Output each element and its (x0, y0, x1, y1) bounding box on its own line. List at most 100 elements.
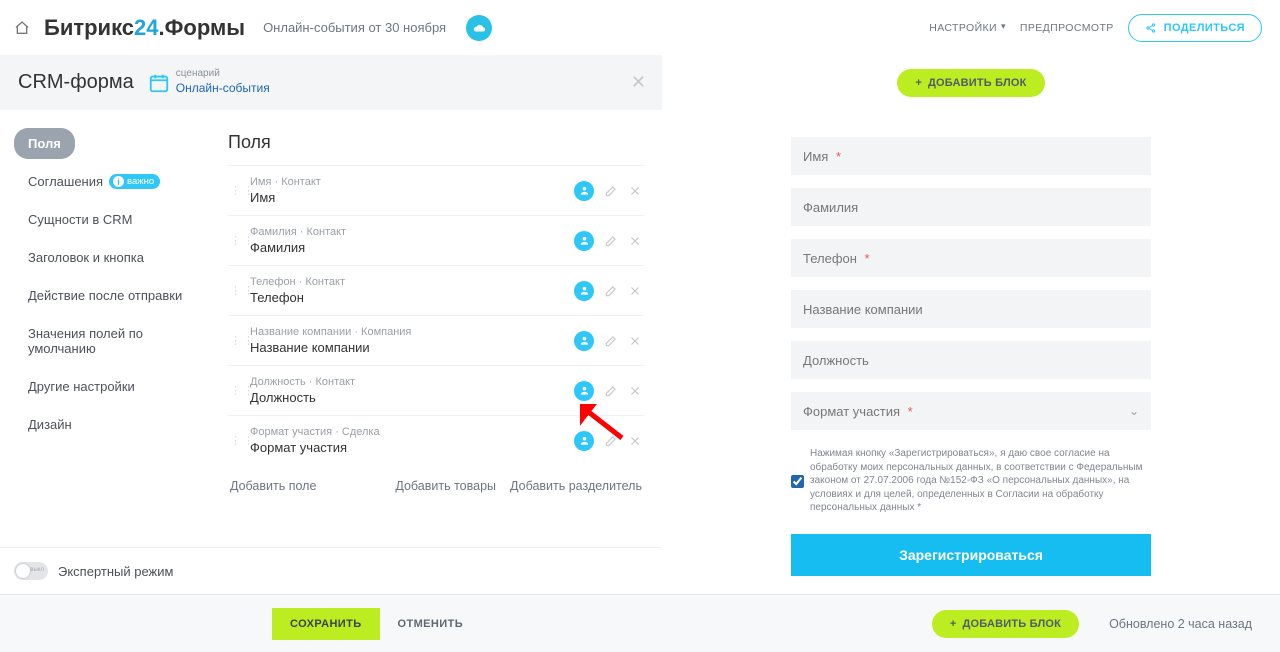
preview-input[interactable]: Имя * (791, 137, 1151, 175)
share-icon (1145, 22, 1157, 34)
field-text: Формат участия · Сделка Формат участия (250, 426, 564, 455)
sidebar-item-7[interactable]: Дизайн (14, 409, 86, 440)
editor-header: CRM-форма сценарий Онлайн-события ✕ (0, 55, 662, 110)
edit-icon[interactable] (604, 284, 618, 298)
person-icon[interactable] (574, 331, 594, 351)
person-icon[interactable] (574, 231, 594, 251)
field-actions (574, 381, 642, 401)
drag-handle-icon[interactable] (230, 388, 240, 394)
field-name: Формат участия (250, 440, 564, 455)
sidebar-item-3[interactable]: Заголовок и кнопка (14, 242, 158, 273)
field-crumb: Телефон · Контакт (250, 276, 564, 288)
drag-handle-icon[interactable] (230, 188, 240, 194)
cancel-button[interactable]: ОТМЕНИТЬ (398, 618, 463, 630)
preview-field-label: Название компании (803, 302, 923, 317)
delete-icon[interactable] (628, 284, 642, 298)
person-icon[interactable] (574, 281, 594, 301)
edit-icon[interactable] (604, 334, 618, 348)
register-button[interactable]: Зарегистрироваться (791, 534, 1151, 576)
delete-icon[interactable] (628, 334, 642, 348)
sidebar-item-2[interactable]: Сущности в CRM (14, 204, 146, 235)
field-row: Фамилия · КонтактФамилия (228, 215, 644, 265)
preview-input[interactable]: Название компании (791, 290, 1151, 328)
preview-select[interactable]: Формат участия * ⌄ (791, 392, 1151, 430)
sidebar-item-label: Сущности в CRM (28, 212, 132, 227)
consent-block[interactable]: Нажимая кнопку «Зарегистрироваться», я д… (791, 447, 1151, 515)
sidebar-item-label: Соглашения (28, 174, 103, 189)
add-separator-link[interactable]: Добавить разделитель (510, 479, 642, 493)
drag-handle-icon[interactable] (230, 338, 240, 344)
brand: Битрикс24.Формы (44, 15, 245, 41)
person-icon[interactable] (574, 381, 594, 401)
preview-field-label: Формат участия * (803, 404, 913, 419)
add-products-link[interactable]: Добавить товары (395, 479, 496, 493)
sidebar-item-label: Действие после отправки (28, 288, 182, 303)
preview-link[interactable]: ПРЕДПРОСМОТР (1020, 22, 1114, 34)
field-row: Должность · КонтактДолжность (228, 365, 644, 415)
add-field-link[interactable]: Добавить поле (230, 479, 316, 493)
delete-icon[interactable] (628, 234, 642, 248)
calendar-icon (148, 72, 170, 94)
preview-field-label: Фамилия (803, 200, 858, 215)
preview-input[interactable]: Фамилия (791, 188, 1151, 226)
delete-icon[interactable] (628, 434, 642, 448)
add-block-bottom-button[interactable]: +ДОБАВИТЬ БЛОК (932, 610, 1079, 638)
field-actions (574, 181, 642, 201)
field-actions (574, 331, 642, 351)
edit-icon[interactable] (604, 184, 618, 198)
delete-icon[interactable] (628, 384, 642, 398)
brand-prefix: Битрикс (44, 15, 134, 41)
plus-icon: + (950, 618, 957, 630)
close-icon[interactable]: ✕ (631, 72, 646, 93)
person-icon[interactable] (574, 431, 594, 451)
consent-checkbox[interactable] (791, 448, 804, 515)
sidebar-item-label: Заголовок и кнопка (28, 250, 144, 265)
fields-panel: Поля Имя · КонтактИмяФамилия · КонтактФа… (210, 110, 662, 547)
sidebar-item-label: Другие настройки (28, 379, 135, 394)
preview-field-label: Должность (803, 353, 869, 368)
scenario-link[interactable]: Онлайн-события (176, 81, 270, 95)
field-crumb: Формат участия · Сделка (250, 426, 564, 438)
field-crumb: Должность · Контакт (250, 376, 564, 388)
topbar: Битрикс24.Формы Онлайн-события от 30 ноя… (0, 0, 1280, 55)
expert-label: Экспертный режим (58, 564, 173, 579)
field-text: Телефон · КонтактТелефон (250, 276, 564, 305)
expert-row: выкл Экспертный режим (0, 547, 662, 594)
edit-icon[interactable] (604, 234, 618, 248)
person-icon[interactable] (574, 181, 594, 201)
edit-icon[interactable] (604, 384, 618, 398)
sidebar-item-label: Значения полей по умолчанию (28, 326, 196, 356)
settings-link[interactable]: НАСТРОЙКИ▾ (929, 22, 1006, 34)
sidebar-item-5[interactable]: Значения полей по умолчанию (14, 318, 210, 364)
field-text: Название компании · Компания Название ком… (250, 326, 564, 355)
field-crumb: Название компании · Компания (250, 326, 564, 338)
delete-icon[interactable] (628, 184, 642, 198)
chevron-down-icon: ⌄ (1129, 404, 1139, 418)
drag-handle-icon[interactable] (230, 288, 240, 294)
cloud-icon[interactable] (466, 15, 492, 41)
drag-handle-icon[interactable] (230, 238, 240, 244)
field-name: Название компании (250, 340, 564, 355)
sidebar-item-1[interactable]: Соглашенияiважно (14, 166, 174, 197)
edit-icon[interactable] (604, 434, 618, 448)
sidebar-item-4[interactable]: Действие после отправки (14, 280, 196, 311)
sidebar-item-0[interactable]: Поля (14, 128, 75, 159)
sidebar-item-6[interactable]: Другие настройки (14, 371, 149, 402)
drag-handle-icon[interactable] (230, 438, 240, 444)
home-icon[interactable] (14, 20, 30, 36)
field-text: Имя · КонтактИмя (250, 176, 564, 205)
field-name: Имя (250, 190, 564, 205)
expert-toggle[interactable]: выкл (14, 562, 48, 580)
scenario-block: сценарий Онлайн-события (148, 69, 270, 97)
field-text: Фамилия · КонтактФамилия (250, 226, 564, 255)
sidebar: Поля Соглашенияiважно Сущности в CRM Заголо… (0, 110, 210, 547)
editor-title: CRM-форма (18, 71, 134, 94)
preview-input[interactable]: Должность (791, 341, 1151, 379)
editor-body: Поля Соглашенияiважно Сущности в CRM Заголо… (0, 110, 662, 547)
save-button[interactable]: СОХРАНИТЬ (272, 608, 380, 640)
field-row: Телефон · КонтактТелефон (228, 265, 644, 315)
sidebar-item-label: Дизайн (28, 417, 72, 432)
share-button[interactable]: ПОДЕЛИТЬСЯ (1128, 14, 1262, 42)
preview-input[interactable]: Телефон * (791, 239, 1151, 277)
add-block-top-button[interactable]: +ДОБАВИТЬ БЛОК (897, 69, 1044, 97)
